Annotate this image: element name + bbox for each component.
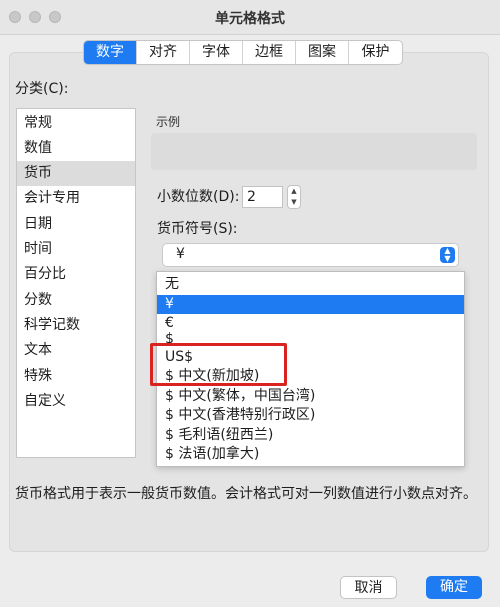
- window-title: 单元格格式: [215, 11, 285, 27]
- tab-protection[interactable]: 保护: [349, 41, 402, 64]
- category-item-time[interactable]: 时间: [17, 237, 135, 262]
- decimal-places-label: 小数位数(D):: [157, 189, 240, 205]
- annotation-highlight-box: [150, 343, 287, 386]
- dropdown-option-chinese-hongkong[interactable]: $ 中文(香港特别行政区): [157, 406, 464, 425]
- decimal-places-input[interactable]: 2: [242, 186, 283, 208]
- category-label: 分类(C):: [15, 81, 69, 97]
- category-item-number[interactable]: 数值: [17, 136, 135, 161]
- ok-button[interactable]: 确定: [426, 576, 482, 599]
- category-item-scientific[interactable]: 科学记数: [17, 313, 135, 338]
- title-bar: 单元格格式: [0, 0, 500, 35]
- category-list[interactable]: 常规 数值 货币 会计专用 日期 时间 百分比 分数 科学记数 文本 特殊 自定…: [16, 108, 136, 458]
- currency-symbol-select[interactable]: ¥ ▲ ▼: [162, 243, 459, 267]
- category-item-general[interactable]: 常规: [17, 111, 135, 136]
- dropdown-option-yen[interactable]: ¥: [157, 295, 464, 314]
- currency-symbol-value: ¥: [176, 246, 185, 262]
- cancel-button[interactable]: 取消: [340, 576, 397, 599]
- dropdown-option-chinese-taiwan[interactable]: $ 中文(繁体，中国台湾): [157, 387, 464, 406]
- tab-bar: 数字 对齐 字体 边框 图案 保护: [83, 40, 403, 65]
- dropdown-option-maori-nz[interactable]: $ 毛利语(纽西兰): [157, 426, 464, 445]
- category-item-fraction[interactable]: 分数: [17, 288, 135, 313]
- category-item-date[interactable]: 日期: [17, 212, 135, 237]
- tab-alignment[interactable]: 对齐: [137, 41, 190, 64]
- category-item-text[interactable]: 文本: [17, 338, 135, 363]
- dropdown-option-none[interactable]: 无: [157, 275, 464, 294]
- example-preview: [151, 133, 477, 170]
- currency-symbol-label: 货币符号(S):: [157, 221, 238, 237]
- dropdown-option-dollar[interactable]: $: [157, 331, 464, 343]
- updown-chevron-icon[interactable]: ▲ ▼: [440, 247, 455, 263]
- example-label: 示例: [156, 115, 181, 129]
- category-item-custom[interactable]: 自定义: [17, 389, 135, 414]
- format-description: 货币格式用于表示一般货币数值。会计格式可对一列数值进行小数点对齐。: [15, 486, 477, 502]
- category-item-currency[interactable]: 货币: [17, 161, 135, 186]
- category-item-special[interactable]: 特殊: [17, 364, 135, 389]
- decimal-places-stepper[interactable]: ▲ ▼: [287, 185, 301, 209]
- dropdown-option-french-canada[interactable]: $ 法语(加拿大): [157, 445, 464, 464]
- stepper-up-icon[interactable]: ▲: [288, 186, 300, 197]
- stepper-down-icon[interactable]: ▼: [288, 197, 300, 208]
- tab-font[interactable]: 字体: [190, 41, 243, 64]
- category-item-percentage[interactable]: 百分比: [17, 262, 135, 287]
- tab-number[interactable]: 数字: [84, 41, 137, 64]
- tab-border[interactable]: 边框: [243, 41, 296, 64]
- category-item-accounting[interactable]: 会计专用: [17, 186, 135, 211]
- tab-pattern[interactable]: 图案: [296, 41, 349, 64]
